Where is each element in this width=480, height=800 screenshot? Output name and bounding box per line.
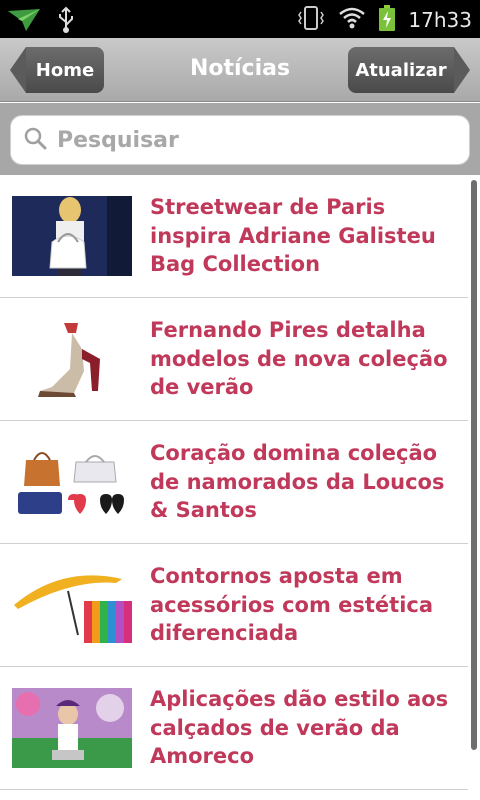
home-button[interactable]: Home (10, 47, 104, 93)
clock: 17h33 (408, 8, 472, 32)
search-box[interactable] (10, 115, 470, 165)
news-list: Streetwear de Paris inspira Adriane Gali… (0, 175, 480, 800)
news-item[interactable]: Coração domina coleção de namorados da L… (0, 421, 468, 544)
news-title: Streetwear de Paris inspira Adriane Gali… (150, 195, 436, 276)
vibrate-icon (296, 4, 326, 36)
wifi-icon (338, 6, 366, 34)
news-thumbnail (12, 688, 132, 768)
refresh-button[interactable]: Atualizar (348, 47, 470, 93)
battery-charging-icon (378, 4, 396, 36)
news-item[interactable]: Aplicações dão estilo aos calçados de ve… (0, 667, 468, 790)
search-bar (0, 103, 480, 175)
news-title: Coração domina coleção de namorados da L… (150, 441, 445, 522)
send-icon (6, 7, 42, 37)
search-input[interactable] (57, 127, 437, 153)
action-bar: Home Notícias Atualizar (0, 38, 480, 102)
news-title: Aplicações dão estilo aos calçados de ve… (150, 687, 449, 768)
scrollbar[interactable] (471, 180, 477, 750)
usb-icon (56, 6, 76, 38)
news-title: Contornos aposta em acessórios com estét… (150, 564, 434, 645)
status-bar: 17h33 (0, 0, 480, 38)
news-item[interactable]: Fernando Pires detalha modelos de nova c… (0, 298, 468, 421)
news-thumbnail (12, 196, 132, 276)
news-thumbnail (12, 442, 132, 522)
news-thumbnail (12, 565, 132, 645)
search-icon (23, 126, 57, 154)
news-item[interactable]: Streetwear de Paris inspira Adriane Gali… (0, 175, 468, 298)
news-thumbnail (12, 319, 132, 399)
news-item[interactable]: Contornos aposta em acessórios com estét… (0, 544, 468, 667)
status-bar-right: 17h33 (296, 4, 472, 36)
status-bar-left (6, 6, 76, 38)
news-title: Fernando Pires detalha modelos de nova c… (150, 318, 448, 399)
